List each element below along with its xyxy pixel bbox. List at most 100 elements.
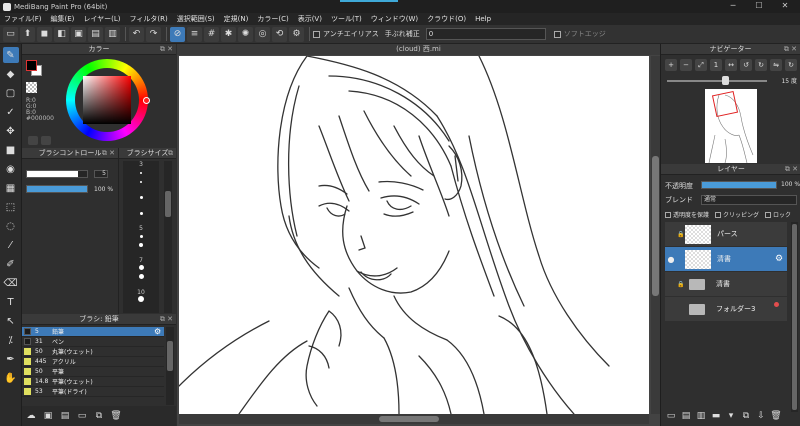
maximize-button[interactable]: ☐ <box>746 0 772 13</box>
size-item[interactable] <box>123 193 159 209</box>
brush-row[interactable]: 31 ペン <box>22 337 164 347</box>
layer-menu-icon[interactable]: ▾ <box>725 410 737 422</box>
share-icon[interactable]: ▥ <box>105 26 120 42</box>
select-brush-icon[interactable]: ✐ <box>3 256 19 272</box>
snap-circle-icon[interactable]: ◎ <box>255 26 270 42</box>
menu-window[interactable]: ウィンドウ(W) <box>371 14 418 24</box>
size-item[interactable]: 10 <box>123 289 159 305</box>
brush-row[interactable]: 53 平筆(ドライ) <box>22 387 164 397</box>
snap-grid-icon[interactable]: # <box>204 26 219 42</box>
document-tab[interactable]: (cloud) 西.mi <box>177 44 660 55</box>
brush-opacity-slider[interactable] <box>26 185 88 193</box>
stabilizer-select[interactable]: 0 <box>425 28 546 40</box>
fit-width-icon[interactable]: ↔ <box>725 59 737 71</box>
menu-cloud[interactable]: クラウド(O) <box>427 14 466 24</box>
close-button[interactable]: ✕ <box>772 0 798 13</box>
snap-focus-icon[interactable]: ✱ <box>221 26 236 42</box>
new-halftone-layer-icon[interactable]: ▤ <box>680 410 692 422</box>
panel-detach-icon[interactable]: ⧉ <box>168 148 173 159</box>
snap-radial-icon[interactable]: ✺ <box>238 26 253 42</box>
panel-detach-icon[interactable]: ⧉ ✕ <box>160 44 173 55</box>
comment-icon[interactable]: ◼ <box>37 26 52 42</box>
hand-tool-icon[interactable]: ✋ <box>3 370 19 386</box>
brush-row[interactable]: 50 丸筆(ウェット) <box>22 347 164 357</box>
panel-detach-icon[interactable]: ⧉ ✕ <box>160 314 173 325</box>
saturation-value-square[interactable] <box>83 76 131 124</box>
delete-icon[interactable]: 🗑 <box>110 410 122 422</box>
brush-size-slider[interactable] <box>26 170 88 178</box>
brush-tool-icon[interactable]: ✎ <box>2 47 19 63</box>
drawing-canvas[interactable] <box>179 56 649 414</box>
add-brush-icon[interactable]: ▣ <box>42 410 54 422</box>
blend-mode-select[interactable]: 通常 <box>701 195 797 205</box>
actual-size-icon[interactable]: 1 <box>710 59 722 71</box>
new-layer-icon[interactable]: ▭ <box>665 410 677 422</box>
protect-alpha-checkbox[interactable] <box>665 211 671 218</box>
new-8bit-layer-icon[interactable]: ▥ <box>695 410 707 422</box>
panel-detach-icon[interactable]: ⧉ ✕ <box>102 148 115 159</box>
scroll-thumb[interactable] <box>652 156 659 296</box>
antialias-checkbox[interactable] <box>313 30 320 38</box>
brush-size-value[interactable]: 5 <box>94 170 108 178</box>
gear-icon[interactable]: ⚙ <box>775 254 787 264</box>
layer-scrollbar[interactable] <box>791 222 798 412</box>
scroll-thumb[interactable] <box>167 341 173 371</box>
size-item[interactable] <box>123 241 159 257</box>
menu-filter[interactable]: フィルタ(R) <box>130 14 168 24</box>
dot-tool-icon[interactable]: ▢ <box>3 85 19 101</box>
export-icon[interactable]: ▤ <box>88 26 103 42</box>
size-item[interactable]: 5 <box>123 225 159 241</box>
copy-icon[interactable]: ⧉ <box>93 410 105 422</box>
menu-color[interactable]: カラー(C) <box>257 14 288 24</box>
save-icon[interactable]: ▣ <box>71 26 86 42</box>
open-file-icon[interactable]: ⬆ <box>20 26 35 42</box>
layer-item[interactable]: ● 清書 ⚙ <box>665 247 787 271</box>
lasso-tool-icon[interactable]: ◌ <box>3 218 19 234</box>
lock-icon[interactable]: 🔒 <box>677 231 685 238</box>
delete-layer-icon[interactable]: 🗑 <box>770 410 782 422</box>
navigator-view-frame[interactable] <box>711 90 739 118</box>
brush-row[interactable]: 5 鉛筆 ⚙ <box>22 327 164 337</box>
fit-icon[interactable]: ⤢ <box>695 59 707 71</box>
snap-curve-icon[interactable]: ⟲ <box>272 26 287 42</box>
new-folder-icon[interactable]: ▬ <box>710 410 722 422</box>
gear-icon[interactable]: ⚙ <box>154 327 164 336</box>
magic-wand-icon[interactable]: ⁄ <box>3 237 19 253</box>
select-tool-icon[interactable]: ⬚ <box>3 199 19 215</box>
menu-tool[interactable]: ツール(T) <box>331 14 362 24</box>
lock-icon[interactable]: 🔒 <box>677 281 685 288</box>
fill-tool-icon[interactable]: ◉ <box>3 161 19 177</box>
brush-row[interactable]: 14.8 平筆(ウェット) <box>22 377 164 387</box>
redo-icon[interactable]: ↷ <box>146 26 161 42</box>
foreground-color-swatch[interactable] <box>26 60 37 71</box>
rotate-reset-icon[interactable]: ↻ <box>755 59 767 71</box>
menu-ruler[interactable]: 定規(N) <box>224 14 249 24</box>
eraser-tool-icon[interactable]: ◆ <box>3 66 19 82</box>
visibility-eye-icon[interactable]: ● <box>665 255 677 264</box>
menu-edit[interactable]: 編集(E) <box>51 14 75 24</box>
folder-icon[interactable]: ▭ <box>76 410 88 422</box>
menu-view[interactable]: 表示(V) <box>298 14 322 24</box>
rotate-right-icon[interactable]: ↻ <box>785 59 797 71</box>
undo-icon[interactable]: ↶ <box>129 26 144 42</box>
palette-icon[interactable] <box>28 136 38 145</box>
zoom-in-icon[interactable]: + <box>665 59 677 71</box>
snap-off-icon[interactable]: ⊘ <box>170 26 185 42</box>
panel-detach-icon[interactable]: ⧉ ✕ <box>784 44 797 55</box>
brush-row[interactable]: 445 アクリル <box>22 357 164 367</box>
scroll-thumb[interactable] <box>379 416 439 422</box>
pen-tool-icon[interactable]: ✒ <box>3 351 19 367</box>
menu-layer[interactable]: レイヤー(L) <box>83 14 120 24</box>
menu-select[interactable]: 選択範囲(S) <box>177 14 215 24</box>
add-bitmap-icon[interactable]: ▤ <box>59 410 71 422</box>
snap-parallel-icon[interactable]: ≡ <box>187 26 202 42</box>
move-tool-icon[interactable]: ✥ <box>3 123 19 139</box>
layer-opacity-slider[interactable] <box>701 181 777 189</box>
menu-help[interactable]: Help <box>475 15 491 23</box>
layer-folder[interactable]: フォルダー3 <box>665 297 787 321</box>
shape-tool-icon[interactable]: ■ <box>3 142 19 158</box>
size-item[interactable] <box>123 209 159 225</box>
cloud-brush-icon[interactable]: ☁ <box>25 410 37 422</box>
select-eraser-icon[interactable]: ⌫ <box>3 275 19 291</box>
scroll-thumb[interactable] <box>792 224 797 410</box>
